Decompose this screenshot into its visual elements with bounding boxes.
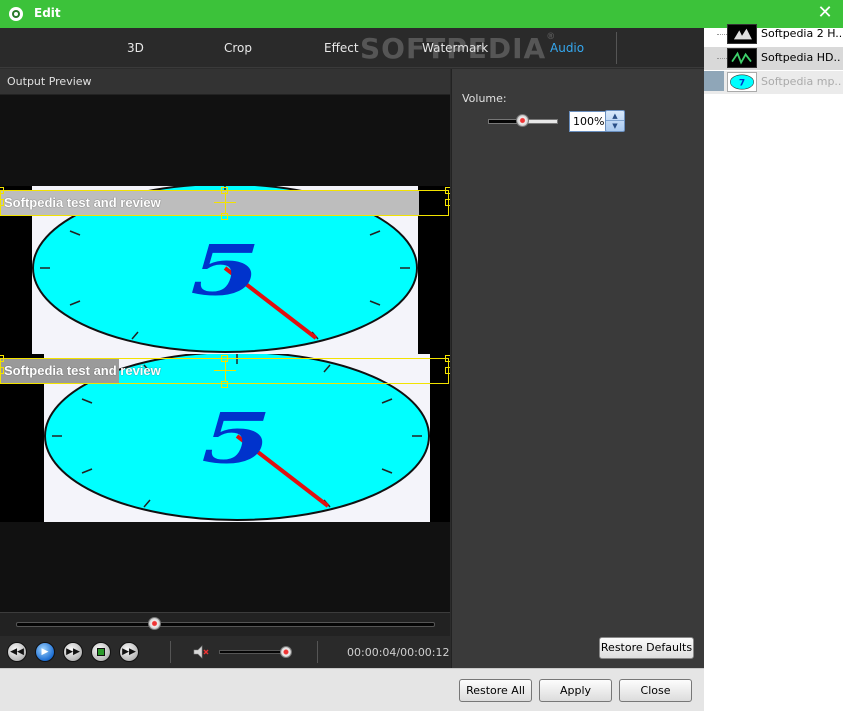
- file-name: Softpedia 2 H...: [761, 27, 841, 40]
- restore-defaults-button[interactable]: Restore Defaults: [599, 637, 694, 659]
- volume-input[interactable]: 100%: [569, 111, 607, 132]
- resize-handle[interactable]: [445, 199, 450, 206]
- bottom-button-bar: Restore All Apply Close: [0, 668, 704, 711]
- resize-handle[interactable]: [445, 355, 450, 362]
- watermark-text: Softpedia test and review: [1, 359, 161, 383]
- preview-frame-output: 5 Softpedia test and review: [0, 354, 450, 522]
- resize-handle[interactable]: [445, 187, 450, 194]
- preview-label: Output Preview: [7, 75, 92, 88]
- resize-handle[interactable]: [0, 367, 4, 374]
- volume-label: Volume:: [462, 92, 507, 105]
- restore-all-button[interactable]: Restore All: [459, 679, 532, 702]
- fast-forward-icon: ▶▶: [66, 647, 80, 657]
- watermark-text: Softpedia test and review: [1, 191, 419, 215]
- tab-3d[interactable]: 3D: [127, 41, 144, 55]
- file-list-item[interactable]: Softpedia 2 H...: [704, 23, 843, 46]
- seek-track[interactable]: [16, 622, 435, 627]
- close-icon[interactable]: ✕: [815, 3, 835, 23]
- tab-effect[interactable]: Effect: [324, 41, 359, 55]
- resize-handle[interactable]: [0, 187, 4, 194]
- video-thumbnail: 7: [727, 72, 757, 92]
- window-title: Edit: [34, 6, 61, 20]
- resize-handle[interactable]: [221, 381, 228, 388]
- watermark-logo-text: SOFTPEDIA: [360, 32, 547, 65]
- controls-divider: [170, 641, 171, 663]
- play-icon: ▶: [41, 647, 49, 657]
- video-thumbnail: [727, 48, 757, 68]
- resize-handle[interactable]: [221, 213, 228, 220]
- tree-connector: [717, 34, 727, 35]
- tab-bar: 3D Crop Effect Watermark Audio SOFTPEDIA…: [0, 28, 704, 68]
- stepper-up-icon[interactable]: ▲: [606, 111, 624, 121]
- resize-handle[interactable]: [0, 355, 4, 362]
- close-button[interactable]: Close: [619, 679, 692, 702]
- stepper-down-icon[interactable]: ▼: [606, 121, 624, 131]
- timecode: 00:00:04/00:00:12: [347, 646, 450, 659]
- file-list: Softpedia 2 H... Softpedia HD.... 7 Soft…: [704, 24, 843, 711]
- tab-divider: [616, 32, 617, 64]
- file-name: Softpedia mp...: [761, 75, 841, 88]
- play-button[interactable]: ▶: [35, 642, 55, 662]
- softpedia-watermark-logo: SOFTPEDIA®: [360, 32, 557, 65]
- rewind-icon: ◀◀: [10, 647, 24, 657]
- clock-digit: 5: [201, 399, 271, 479]
- preview-header: Output Preview: [0, 69, 450, 95]
- next-frame-icon: ▶▶: [122, 647, 136, 657]
- stop-icon: [97, 648, 105, 656]
- playback-controls: ◀◀ ▶ ▶▶ ▶▶ 00:00:04/00:00:12: [0, 636, 450, 668]
- controls-divider: [317, 641, 318, 663]
- stop-button[interactable]: [91, 642, 111, 662]
- volume-stepper: ▲ ▼: [605, 110, 625, 132]
- seek-bar: [0, 612, 450, 636]
- fast-forward-button[interactable]: ▶▶: [63, 642, 83, 662]
- apply-button[interactable]: Apply: [539, 679, 612, 702]
- file-list-item[interactable]: Softpedia HD....: [704, 47, 843, 70]
- volume-slider-thumb[interactable]: [516, 114, 529, 127]
- tree-connector: [717, 58, 727, 59]
- move-crosshair[interactable]: [225, 192, 226, 214]
- tab-crop[interactable]: Crop: [224, 41, 252, 55]
- svg-text:7: 7: [739, 79, 745, 89]
- file-list-item[interactable]: 7 Softpedia mp...: [704, 71, 843, 94]
- app-icon: [9, 7, 23, 21]
- rewind-button[interactable]: ◀◀: [7, 642, 27, 662]
- move-crosshair[interactable]: [225, 360, 226, 382]
- resize-handle[interactable]: [0, 199, 4, 206]
- audio-settings-panel: Volume: 100% ▲ ▼ Restore Defaults: [451, 69, 704, 668]
- editor-main: 3D Crop Effect Watermark Audio SOFTPEDIA…: [0, 28, 704, 668]
- output-preview: 5 Softpedia test and review 5 Softpedia …: [0, 95, 450, 612]
- next-frame-button[interactable]: ▶▶: [119, 642, 139, 662]
- video-thumbnail: [727, 24, 757, 44]
- selection-strip: [704, 71, 724, 91]
- file-name: Softpedia HD....: [761, 51, 841, 64]
- clock-digit: 5: [190, 231, 260, 311]
- preview-frame-original: 5 Softpedia test and review: [0, 186, 450, 354]
- player-volume-thumb[interactable]: [280, 646, 292, 658]
- seek-thumb[interactable]: [147, 617, 161, 630]
- speaker-icon[interactable]: [193, 645, 209, 659]
- resize-handle[interactable]: [445, 367, 450, 374]
